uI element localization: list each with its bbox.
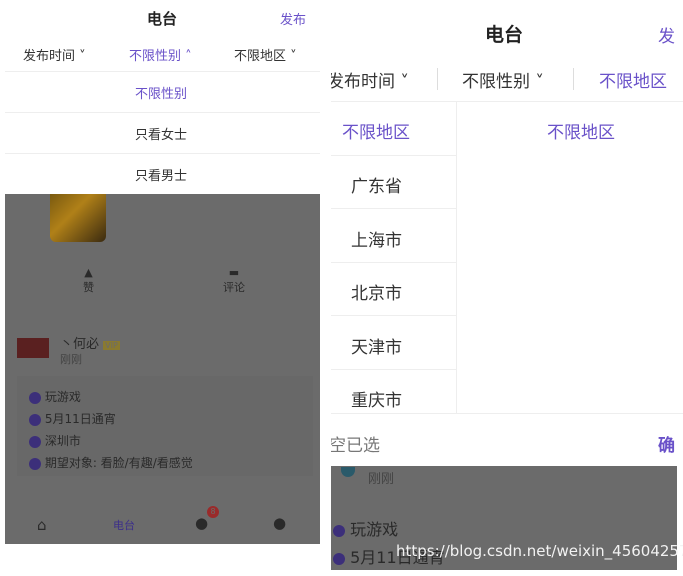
- clock-icon: [333, 552, 345, 565]
- post-time: 刚刚: [60, 353, 82, 366]
- message-tab[interactable]: ●: [195, 514, 208, 532]
- province-item[interactable]: 广东省: [351, 172, 402, 197]
- page-title: 电台: [485, 24, 524, 46]
- left-screenshot: 电台 发布 发布时间 ˅ 不限性别 ˄ 不限地区 ˅ 不限性别 只看女士 只看男…: [5, 0, 320, 544]
- clock-icon: [29, 413, 41, 426]
- clear-selection-button[interactable]: 空已选: [331, 431, 380, 456]
- comment-button[interactable]: ▬ 评论: [223, 266, 245, 295]
- filter-publish-time[interactable]: 发布时间 ˅: [23, 45, 86, 64]
- post-image: [50, 194, 106, 242]
- flag-icon: [333, 524, 345, 537]
- province-list[interactable]: 不限地区 广东省 上海市 北京市 天津市 重庆市: [331, 102, 457, 414]
- detail-location: 深圳市: [29, 432, 81, 449]
- province-item[interactable]: 上海市: [351, 226, 402, 251]
- right-screenshot: 电台 发 发布时间 ˅ 不限性别 ˅ 不限地区 不限地区 广东省 上海市 北京市…: [331, 0, 683, 576]
- province-item-any[interactable]: 不限地区: [342, 118, 410, 143]
- detail-expectation: 期望对象: 看脸/有趣/看感觉: [29, 454, 193, 471]
- province-item[interactable]: 北京市: [351, 279, 402, 304]
- city-item-any[interactable]: 不限地区: [547, 118, 615, 143]
- publish-button[interactable]: 发布: [280, 9, 306, 28]
- gender-option-male[interactable]: 只看男士: [135, 165, 187, 184]
- detail-time: 5月11日通宵: [29, 410, 116, 427]
- location-icon: [29, 435, 41, 448]
- filter-gender[interactable]: 不限性别 ˅: [462, 67, 544, 92]
- message-badge: 8: [207, 506, 219, 518]
- publish-button[interactable]: 发: [658, 22, 675, 47]
- detail-activity: 玩游戏: [29, 388, 81, 405]
- page-title: 电台: [147, 10, 178, 28]
- post-username[interactable]: 丶何必 VIP: [60, 333, 120, 352]
- gender-option-female[interactable]: 只看女士: [135, 124, 187, 143]
- filter-region[interactable]: 不限地区 ˅: [234, 45, 297, 64]
- verified-icon: [341, 467, 355, 477]
- home-tab[interactable]: ⌂: [37, 516, 47, 534]
- avatar: [17, 338, 49, 358]
- post-time: 刚刚: [368, 472, 395, 487]
- dim-overlay[interactable]: ▲ 赞 ▬ 评论 丶何必 VIP 刚刚 玩游戏 5月11日通宵 深圳市 期望对象: …: [5, 194, 320, 544]
- watermark: https://blog.csdn.net/weixin_45604257: [396, 542, 683, 560]
- filter-publish-time[interactable]: 发布时间 ˅: [331, 67, 409, 92]
- like-button[interactable]: ▲ 赞: [83, 266, 94, 295]
- radio-tab[interactable]: 电台: [113, 517, 135, 533]
- detail-activity: 玩游戏: [333, 516, 398, 540]
- province-item[interactable]: 天津市: [351, 333, 402, 358]
- confirm-button[interactable]: 确: [658, 431, 675, 456]
- province-item[interactable]: 重庆市: [351, 386, 402, 411]
- gender-option-any[interactable]: 不限性别: [135, 83, 187, 102]
- filter-gender[interactable]: 不限性别 ˄: [129, 45, 192, 64]
- heart-icon: [29, 457, 41, 470]
- flag-icon: [29, 391, 41, 404]
- profile-tab[interactable]: ●: [273, 514, 286, 532]
- filter-region[interactable]: 不限地区: [599, 67, 667, 92]
